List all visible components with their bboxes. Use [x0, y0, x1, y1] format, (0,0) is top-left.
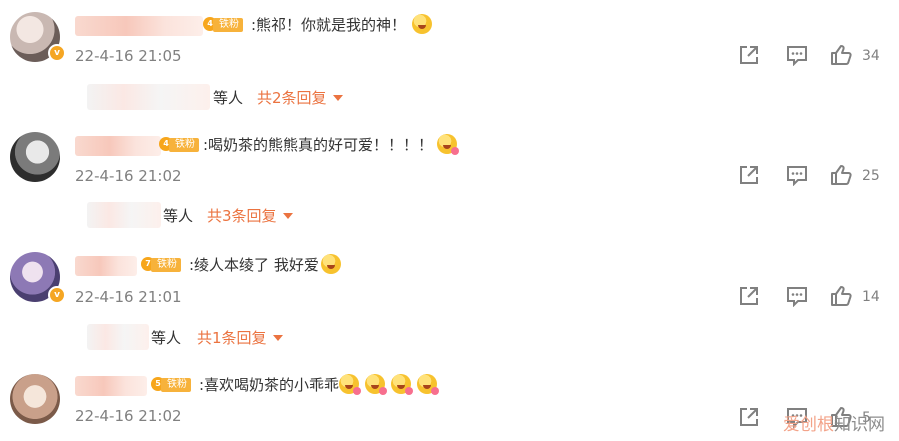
like-count: 14	[862, 289, 880, 305]
caret-down-icon	[282, 213, 293, 219]
share-icon	[740, 166, 758, 184]
caret-down-icon	[272, 335, 283, 341]
like-button[interactable]: 34	[830, 44, 880, 70]
comment-text: :喝奶茶的熊熊真的好可爱！！！！	[203, 134, 460, 156]
comment-icon	[787, 46, 807, 66]
username-blurred[interactable]	[75, 16, 203, 36]
share-icon	[740, 408, 758, 426]
comment-actions: 25	[699, 164, 899, 190]
share-button[interactable]	[738, 406, 760, 432]
reply-suffix: 等人	[151, 329, 182, 347]
fan-badge[interactable]: 7 铁粉	[141, 256, 189, 274]
more-replies-label: 共2条回复	[257, 89, 327, 107]
like-button[interactable]: 14	[830, 285, 880, 311]
share-icon	[740, 287, 758, 305]
username-blurred[interactable]	[75, 256, 137, 276]
comment-button[interactable]	[786, 44, 808, 70]
badge-label: 铁粉	[151, 258, 181, 272]
verified-icon: v	[48, 44, 66, 62]
comment-text: :绫人本绫了 我好爱	[189, 254, 341, 276]
like-icon	[831, 286, 852, 306]
watermark-part2: 知识网	[834, 415, 885, 435]
comment-time: 22-4-16 21:01	[75, 288, 182, 306]
reply-suffix: 等人	[163, 207, 194, 225]
fan-badge[interactable]: 4 铁粉	[159, 136, 207, 154]
comment-time: 22-4-16 21:02	[75, 407, 182, 425]
like-button[interactable]: 25	[830, 164, 880, 190]
comment-actions: 14	[699, 285, 899, 311]
comment-button[interactable]	[786, 285, 808, 311]
share-icon	[740, 46, 758, 64]
like-icon	[831, 45, 852, 65]
more-replies-label: 共3条回复	[207, 207, 277, 225]
badge-label: 铁粉	[213, 18, 243, 32]
comment-text: :熊祁！你就是我的神！	[251, 14, 433, 36]
reply-suffix: 等人	[213, 89, 244, 107]
emoji-icon	[339, 374, 362, 395]
more-replies-link[interactable]: 共3条回复	[207, 205, 293, 226]
caret-down-icon	[332, 95, 343, 101]
replier-names-blurred[interactable]	[87, 84, 210, 110]
username-blurred[interactable]	[75, 376, 147, 396]
emoji-icon	[412, 14, 433, 34]
like-count: 25	[862, 168, 880, 184]
share-button[interactable]	[738, 164, 760, 190]
like-count: 34	[862, 48, 880, 64]
share-button[interactable]	[738, 44, 760, 70]
avatar[interactable]	[10, 374, 60, 424]
comment-text-content: :绫人本绫了 我好爱	[189, 256, 319, 274]
comment-text: :喜欢喝奶茶的小乖乖	[199, 374, 440, 396]
comment-icon	[787, 166, 807, 186]
comment-time: 22-4-16 21:02	[75, 167, 182, 185]
fan-badge[interactable]: 4 铁粉	[203, 16, 251, 34]
comment-icon	[787, 287, 807, 307]
comment-time: 22-4-16 21:05	[75, 47, 182, 65]
emoji-icon	[437, 134, 460, 155]
emoji-icon	[391, 374, 414, 395]
badge-label: 铁粉	[169, 138, 199, 152]
comment-text-content: :熊祁！你就是我的神！	[251, 16, 407, 34]
comment-button[interactable]	[786, 164, 808, 190]
avatar[interactable]	[10, 132, 60, 182]
comment-actions: 34	[699, 44, 899, 70]
comment-text-content: :喜欢喝奶茶的小乖乖	[199, 376, 340, 394]
more-replies-label: 共1条回复	[197, 329, 267, 347]
comment-item: v 4 铁粉 :熊祁！你就是我的神！ 22-4-16 21:05 34 等人 共…	[0, 0, 899, 120]
comment-item: 5 铁粉 :喜欢喝奶茶的小乖乖 22-4-16 21:02 5	[0, 360, 899, 441]
comment-item: 4 铁粉 :喝奶茶的熊熊真的好可爱！！！！ 22-4-16 21:02 25 等…	[0, 120, 899, 240]
fan-badge[interactable]: 5 铁粉	[151, 376, 199, 394]
emoji-icon	[365, 374, 388, 395]
more-replies-link[interactable]: 共2条回复	[257, 87, 343, 108]
like-icon	[831, 165, 852, 185]
more-replies-link[interactable]: 共1条回复	[197, 327, 283, 348]
comment-text-content: :喝奶茶的熊熊真的好可爱！！！！	[203, 136, 434, 154]
watermark: 爱创根知识网	[783, 410, 885, 435]
emoji-icon	[417, 374, 440, 395]
share-button[interactable]	[738, 285, 760, 311]
emoji-icon	[320, 254, 341, 274]
verified-icon: v	[48, 286, 66, 304]
comment-item: v 7 铁粉 :绫人本绫了 我好爱 22-4-16 21:01 14 等人 共1…	[0, 240, 899, 360]
replier-names-blurred[interactable]	[87, 202, 161, 228]
replier-names-blurred[interactable]	[87, 324, 149, 350]
username-blurred[interactable]	[75, 136, 161, 156]
watermark-part1: 爱创根	[783, 415, 834, 435]
badge-label: 铁粉	[161, 378, 191, 392]
